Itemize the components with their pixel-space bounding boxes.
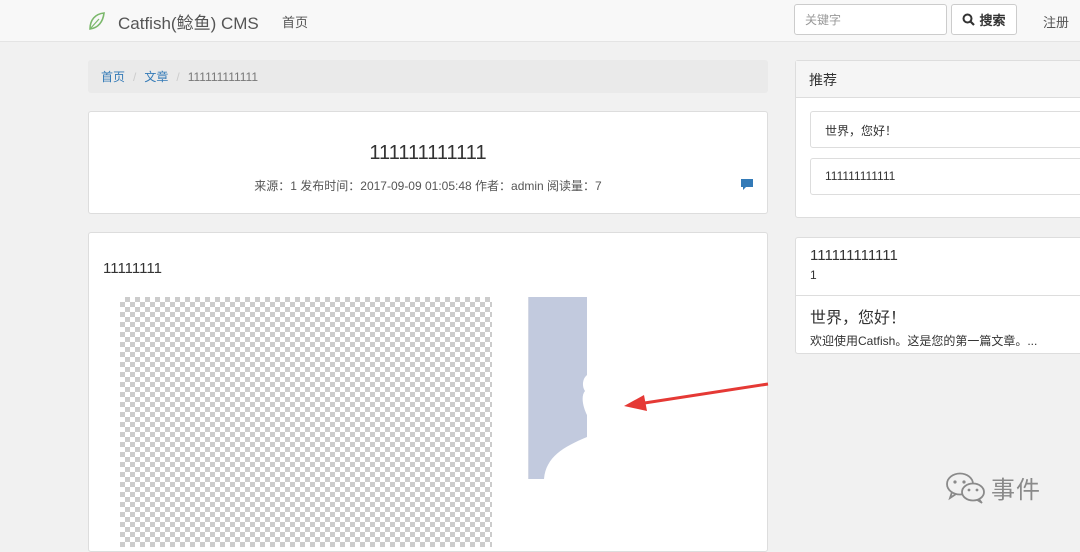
recommend-item[interactable]: 111111111111 <box>810 158 1080 195</box>
nav-home-link[interactable]: 首页 <box>282 12 308 31</box>
search-input[interactable] <box>794 4 947 35</box>
breadcrumb-category[interactable]: 文章 <box>144 68 168 85</box>
breadcrumb-separator: / <box>133 69 137 84</box>
register-link[interactable]: 注册 <box>1043 12 1069 31</box>
breadcrumb-separator: / <box>176 69 180 84</box>
wechat-icon <box>946 472 985 504</box>
latest-article-item[interactable]: 111111111111 1 <box>796 238 1080 296</box>
watermark-text: 事件 <box>991 477 1041 504</box>
latest-article-title[interactable]: 111111111111 <box>810 247 1080 264</box>
profile-silhouette-image <box>528 297 588 479</box>
recommend-panel: 推荐 世界，您好！ 111111111111 <box>795 60 1080 218</box>
article-title: 111111111111 <box>369 142 487 164</box>
comment-icon[interactable] <box>740 177 754 191</box>
latest-article-item[interactable]: 世界，您好！ 欢迎使用Catfish。这是您的第一篇文章。... <box>796 296 1080 354</box>
article-header-panel: 111111111111 来源：1 发布时间：2017-09-09 01:05:… <box>88 111 768 214</box>
recommend-heading: 推荐 <box>796 61 1080 98</box>
latest-article-excerpt: 欢迎使用Catfish。这是您的第一篇文章。... <box>810 334 1038 348</box>
search-button-label: 搜索 <box>979 13 1006 28</box>
red-arrow-annotation <box>624 382 769 411</box>
latest-article-title[interactable]: 世界，您好！ <box>810 304 1080 328</box>
breadcrumb: 首页 / 文章 / 111111111111 <box>88 60 768 93</box>
article-meta: 来源：1 发布时间：2017-09-09 01:05:48 作者：admin 阅… <box>254 179 602 193</box>
latest-article-excerpt: 1 <box>810 268 817 282</box>
recommend-item[interactable]: 世界，您好！ <box>810 111 1080 148</box>
brand-name: Catfish(鲶鱼) CMS <box>118 13 259 33</box>
brand[interactable]: Catfish(鲶鱼) CMS <box>86 0 259 42</box>
top-navbar: Catfish(鲶鱼) CMS 首页 搜索 注册 <box>0 0 1080 42</box>
transparent-image-placeholder <box>120 297 492 547</box>
search-icon <box>962 13 976 26</box>
breadcrumb-home[interactable]: 首页 <box>101 68 125 85</box>
search-button[interactable]: 搜索 <box>951 4 1017 35</box>
article-body-text: 11111111 <box>103 260 162 277</box>
wechat-watermark: 事件 <box>945 470 1041 505</box>
latest-articles-panel: 111111111111 1 世界，您好！ 欢迎使用Catfish。这是您的第一… <box>795 237 1080 354</box>
leaf-logo-icon <box>89 12 105 30</box>
breadcrumb-current: 111111111111 <box>187 69 259 84</box>
